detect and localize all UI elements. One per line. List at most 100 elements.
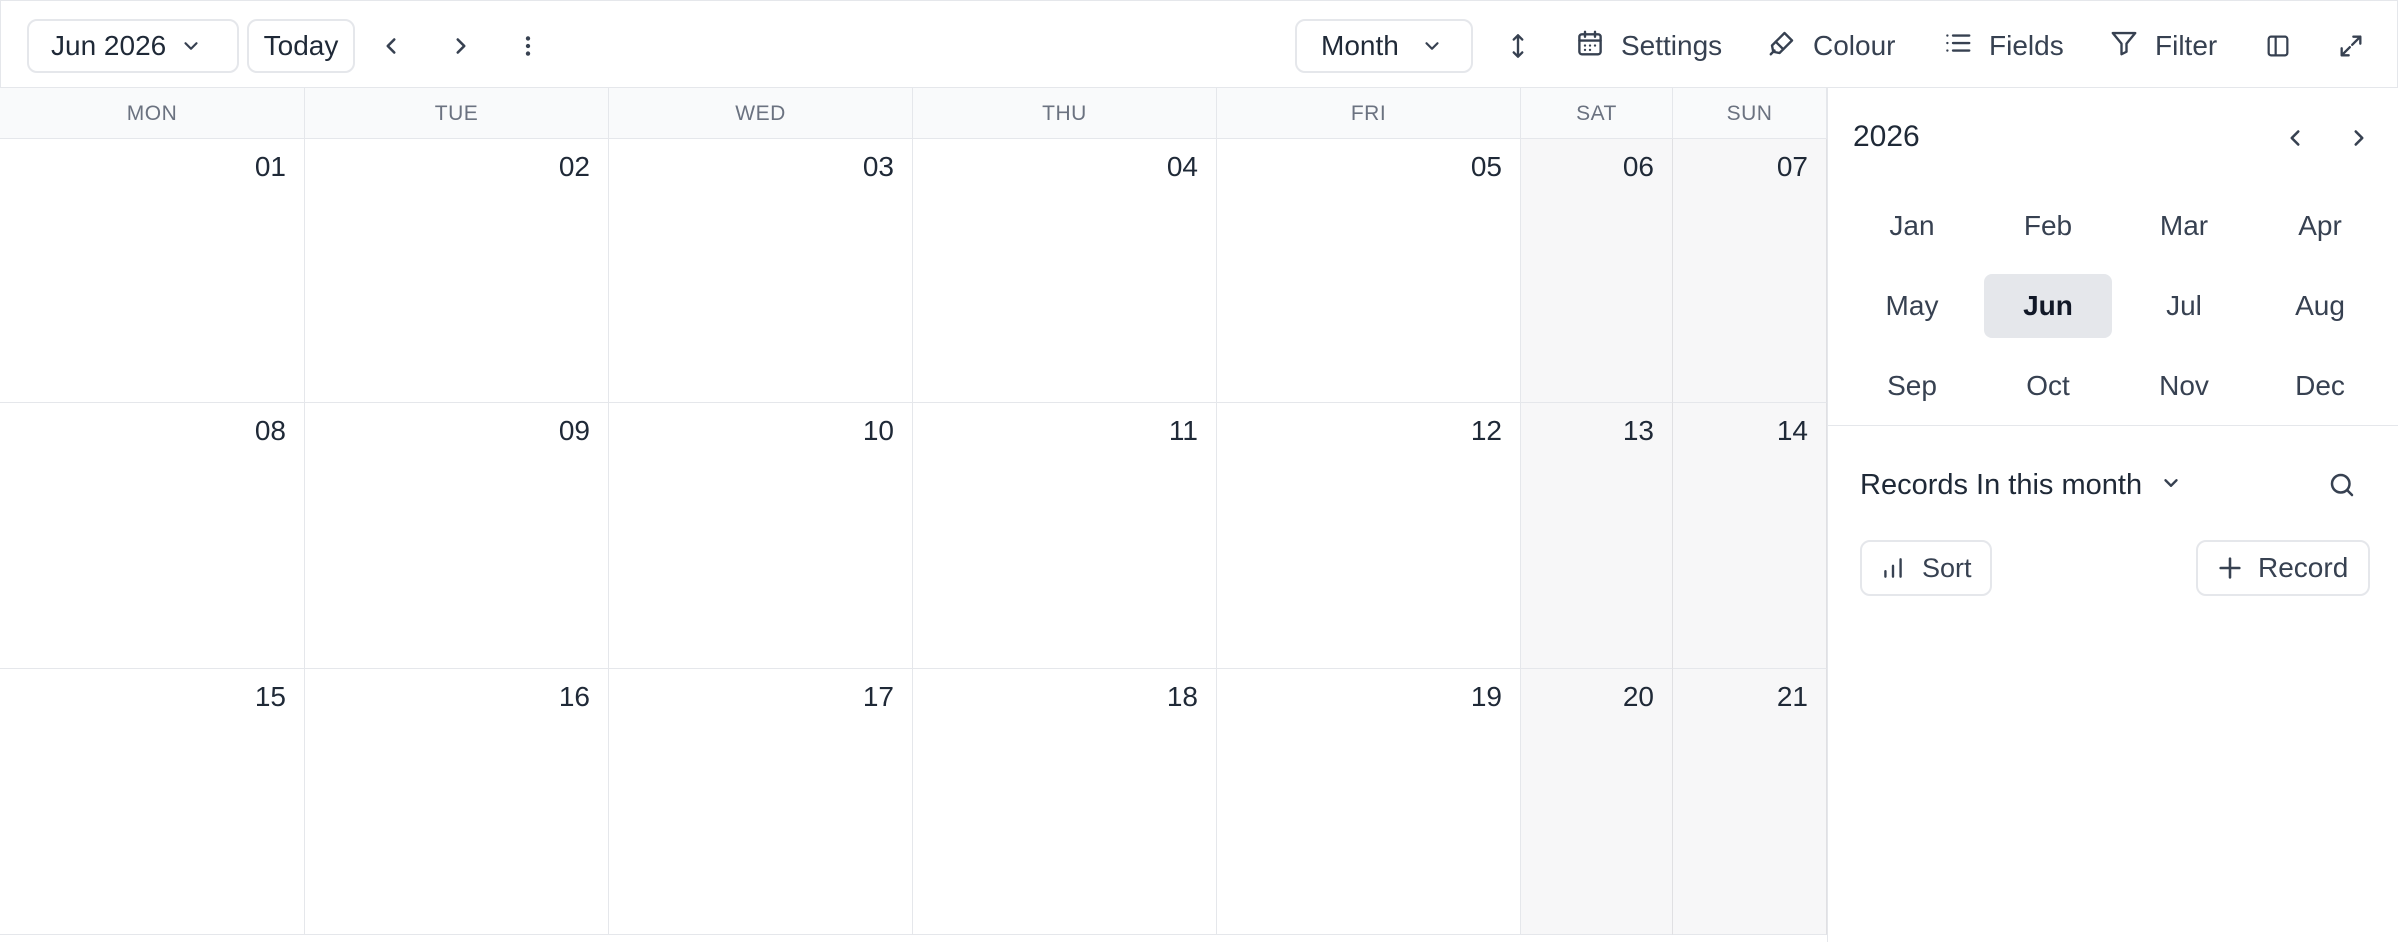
day-cell[interactable]: 01 (0, 139, 305, 403)
day-number: 21 (1776, 681, 1808, 712)
month-jul[interactable]: Jul (2120, 274, 2248, 338)
month-mar[interactable]: Mar (2120, 194, 2248, 258)
add-record-button[interactable]: Record (2196, 540, 2370, 596)
colour-button[interactable]: Colour (1767, 23, 1895, 69)
month-sep[interactable]: Sep (1848, 354, 1976, 418)
weekend-day-cell[interactable]: 13 (1521, 403, 1673, 669)
day-number: 09 (558, 415, 590, 446)
day-cell[interactable]: 17 (609, 669, 913, 935)
day-number: 11 (1168, 415, 1198, 446)
weekend-day-cell[interactable]: 14 (1673, 403, 1827, 669)
chevron-down-icon (1421, 35, 1443, 57)
day-cell[interactable]: 15 (0, 669, 305, 935)
next-year-button[interactable] (2342, 116, 2376, 160)
day-number: 19 (1470, 681, 1502, 712)
day-number: 07 (1776, 151, 1808, 182)
search-records-button[interactable] (2322, 462, 2362, 508)
search-icon (2327, 470, 2357, 500)
view-mode-label: Month (1321, 30, 1399, 61)
fields-label: Fields (1989, 30, 2064, 61)
filter-label: Filter (2155, 30, 2218, 61)
month-may[interactable]: May (1848, 274, 1976, 338)
chevron-left-icon (378, 33, 404, 59)
weekend-day-cell[interactable]: 20 (1521, 669, 1673, 935)
day-number: 05 (1470, 151, 1502, 182)
next-period-button[interactable] (443, 23, 479, 69)
day-cell[interactable]: 10 (609, 403, 913, 669)
day-number: 03 (862, 151, 894, 182)
chevron-down-icon (2160, 469, 2182, 502)
day-number: 10 (862, 415, 894, 446)
day-cell[interactable]: 02 (305, 139, 609, 403)
day-number: 18 (1166, 681, 1198, 712)
day-cell[interactable]: 08 (0, 403, 305, 669)
records-scope-select[interactable]: Records In this month (1860, 462, 2182, 508)
chevron-down-icon (180, 35, 202, 57)
colour-label: Colour (1813, 30, 1896, 61)
fields-button[interactable]: Fields (1943, 23, 2064, 69)
previous-period-button[interactable] (373, 23, 409, 69)
vertical-arrows-icon (1505, 31, 1531, 61)
day-cell[interactable]: 18 (913, 669, 1217, 935)
weekday-header-row: MON TUE WED THU FRI SAT SUN (0, 88, 1827, 139)
day-number: 06 (1622, 151, 1654, 182)
day-number: 17 (862, 681, 894, 712)
chevron-left-icon (2282, 125, 2308, 151)
chevron-right-icon (448, 33, 474, 59)
chevron-right-icon (2346, 125, 2372, 151)
weekend-day-cell[interactable]: 21 (1673, 669, 1827, 935)
day-cell[interactable]: 19 (1217, 669, 1521, 935)
add-record-label: Record (2258, 552, 2349, 583)
weekend-day-cell[interactable]: 06 (1521, 139, 1673, 403)
plus-icon (2216, 554, 2244, 582)
view-mode-select[interactable]: Month (1295, 19, 1473, 73)
day-number: 02 (558, 151, 590, 182)
fullscreen-button[interactable] (2335, 23, 2367, 69)
day-cell[interactable]: 12 (1217, 403, 1521, 669)
row-height-button[interactable] (1503, 23, 1533, 69)
more-vertical-icon (515, 33, 541, 59)
month-apr[interactable]: Apr (2256, 194, 2384, 258)
weekday-header: TUE (305, 88, 609, 139)
weekday-header: THU (913, 88, 1217, 139)
paint-brush-icon (1767, 28, 1797, 65)
day-number: 04 (1166, 151, 1198, 182)
day-cell[interactable]: 04 (913, 139, 1217, 403)
day-cell[interactable]: 03 (609, 139, 913, 403)
day-cell[interactable]: 05 (1217, 139, 1521, 403)
day-cell[interactable]: 09 (305, 403, 609, 669)
weekend-day-cell[interactable]: 07 (1673, 139, 1827, 403)
day-number: 15 (254, 681, 286, 712)
month-feb[interactable]: Feb (1984, 194, 2112, 258)
day-cell[interactable]: 16 (305, 669, 609, 935)
month-jun-selected[interactable]: Jun (1984, 274, 2112, 338)
filter-button[interactable]: Filter (2109, 23, 2217, 69)
today-button[interactable]: Today (247, 19, 355, 73)
month-nov[interactable]: Nov (2120, 354, 2248, 418)
weekday-header: MON (0, 88, 305, 139)
month-aug[interactable]: Aug (2256, 274, 2384, 338)
day-number: 08 (254, 415, 286, 446)
sort-button[interactable]: Sort (1860, 540, 1992, 596)
month-jan[interactable]: Jan (1848, 194, 1976, 258)
day-number: 16 (558, 681, 590, 712)
day-number: 01 (254, 151, 286, 182)
settings-button[interactable]: Settings (1575, 23, 1722, 69)
month-oct[interactable]: Oct (1984, 354, 2112, 418)
more-options-button[interactable] (513, 23, 543, 69)
day-cell[interactable]: 11 (913, 403, 1217, 669)
toolbar: Jun 2026 Today Month Settings Colour Fie… (0, 0, 2398, 88)
weekday-header: WED (609, 88, 913, 139)
weekday-header: FRI (1217, 88, 1521, 139)
today-label: Today (263, 30, 339, 61)
month-calendar-grid: MON TUE WED THU FRI SAT SUN 01 02 03 04 … (0, 88, 1827, 942)
filter-icon (2109, 28, 2139, 65)
sidebar-panel-icon (2264, 32, 2292, 60)
day-number: 14 (1776, 415, 1808, 446)
previous-year-button[interactable] (2278, 116, 2312, 160)
settings-label: Settings (1621, 30, 1723, 61)
sort-label: Sort (1922, 552, 1972, 583)
period-picker-button[interactable]: Jun 2026 (27, 19, 239, 73)
month-dec[interactable]: Dec (2256, 354, 2384, 418)
toggle-sidebar-button[interactable] (2263, 23, 2293, 69)
